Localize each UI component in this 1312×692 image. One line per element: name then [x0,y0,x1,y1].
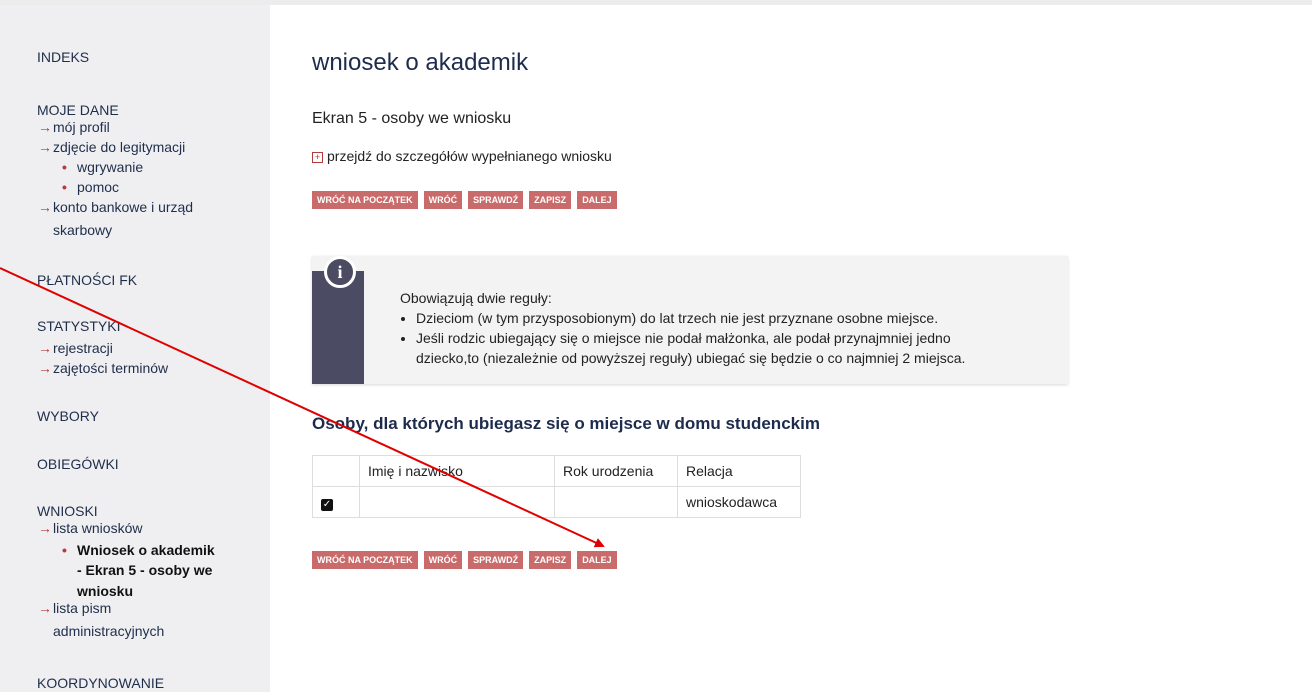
sidebar-item-wgrywanie[interactable]: • wgrywanie [62,157,143,177]
arrow-right-icon: → [38,199,52,215]
table-cell-year [554,486,678,518]
check-button[interactable]: SPRAWDŹ [468,191,524,209]
sidebar-item-label: pomoc [77,179,120,195]
next-button[interactable]: DALEJ [577,551,617,569]
sidebar-item-moj-profil[interactable]: →mój profil [38,117,110,137]
sidebar-item-active-cont2[interactable]: wniosku [77,583,133,599]
back-to-start-button[interactable]: WRÓĆ NA POCZĄTEK [312,551,418,569]
sidebar-item-lista-wnioskow[interactable]: →lista wniosków [38,518,142,538]
sidebar: INDEKS MOJE DANE →mój profil →zdjęcie do… [0,5,270,692]
sidebar-item-wnioski[interactable]: WNIOSKI [37,503,98,519]
sidebar-item-pomoc[interactable]: • pomoc [62,177,119,197]
table-header-row: Imię i nazwisko Rok urodzenia Relacja [312,455,801,487]
info-heading: Obowiązują dwie reguły: [400,290,552,306]
table-cell-name [359,486,555,518]
sidebar-item-koordynowanie[interactable]: KOORDYNOWANIE [37,675,164,691]
sidebar-item-label: konto bankowe i urząd [53,199,194,215]
sidebar-item-label: wgrywanie [77,159,144,175]
sidebar-item-active-cont[interactable]: - Ekran 5 - osoby we [77,562,212,578]
sidebar-item-lista-pism-cont[interactable]: administracyjnych [53,623,164,639]
arrow-right-icon: → [38,340,52,356]
sidebar-item-label: zdjęcie do legitymacji [53,139,186,155]
page-subtitle: Ekran 5 - osoby we wniosku [312,110,512,127]
button-row-top: WRÓĆ NA POCZĄTEK WRÓĆ SPRAWDŹ ZAPISZ DAL… [312,191,617,209]
back-button[interactable]: WRÓĆ [423,191,463,209]
sidebar-item-wybory[interactable]: WYBORY [37,408,99,424]
info-rule-2-line2: dziecko,to (niezależnie od powyższej reg… [416,350,966,366]
table-cell-select: ✓ [312,486,360,518]
sidebar-item-konto-cont[interactable]: skarbowy [53,222,112,238]
page-title: wniosek o akademik [312,49,529,76]
info-rule-1: Dzieciom (w tym przysposobionym) do lat … [416,308,965,328]
sidebar-item-rejestracji[interactable]: →rejestracji [38,338,113,358]
table-cell-relation: wnioskodawca [677,486,801,518]
sidebar-item-label: lista wniosków [53,520,143,536]
sidebar-item-moje-dane[interactable]: MOJE DANE [37,102,119,118]
table-header-name: Imię i nazwisko [359,455,555,487]
save-button[interactable]: ZAPISZ [529,191,572,209]
button-row-bottom: WRÓĆ NA POCZĄTEK WRÓĆ SPRAWDŹ ZAPISZ DAL… [312,551,617,569]
persons-table: Imię i nazwisko Rok urodzenia Relacja ✓ … [312,455,801,518]
sidebar-item-label: mój profil [53,119,110,135]
sidebar-item-statystyki[interactable]: STATYSTYKI [37,318,121,334]
table-row: ✓ wnioskodawca [312,486,801,518]
bullet-icon: • [62,179,67,195]
sidebar-item-platnosci[interactable]: PŁATNOŚCI FK [37,272,137,288]
table-header-relation: Relacja [677,455,801,487]
info-rule-2: Jeśli rodzic ubiegający się o miejsce ni… [416,328,965,368]
sidebar-item-indeks[interactable]: INDEKS [37,49,89,65]
main-content: wniosek o akademik Ekran 5 - osoby we wn… [270,5,1312,692]
sidebar-item-konto[interactable]: →konto bankowe i urząd [38,197,193,217]
checkbox-checked-icon[interactable]: ✓ [321,498,333,511]
back-button[interactable]: WRÓĆ [423,551,463,569]
section-title: Osoby, dla których ubiegasz się o miejsc… [312,414,820,433]
sidebar-item-label: Wniosek o akademik [77,542,215,558]
sidebar-item-obiegowki[interactable]: OBIEGÓWKI [37,456,119,472]
details-link-label: przejdź do szczegółów wypełnianego wnios… [327,148,612,164]
info-box: i Obowiązują dwie reguły: Dzieciom (w ty… [312,256,1068,384]
sidebar-item-label: rejestracji [53,340,113,356]
check-button[interactable]: SPRAWDŹ [468,551,524,569]
info-text: Obowiązują dwie reguły: Dzieciom (w tym … [400,288,965,368]
back-to-start-button[interactable]: WRÓĆ NA POCZĄTEK [312,191,418,209]
sidebar-item-lista-pism[interactable]: →lista pism [38,598,111,618]
save-button[interactable]: ZAPISZ [529,551,572,569]
info-icon: i [324,256,356,288]
next-button[interactable]: DALEJ [577,191,617,209]
sidebar-item-zajetosci[interactable]: →zajętości terminów [38,358,168,378]
table-header-select [312,455,360,487]
details-link[interactable]: + przejdź do szczegółów wypełnianego wnio… [312,148,612,164]
table-header-year: Rok urodzenia [554,455,678,487]
bullet-icon: • [62,542,67,558]
sidebar-item-label: zajętości terminów [53,360,169,376]
arrow-right-icon: → [38,600,52,616]
sidebar-item-zdjecie[interactable]: →zdjęcie do legitymacji [38,137,185,157]
sidebar-item-active-wniosek[interactable]: • Wniosek o akademik [62,540,215,560]
arrow-right-icon: → [38,139,52,155]
info-rule-2-line1: Jeśli rodzic ubiegający się o miejsce ni… [416,330,951,346]
sidebar-item-label: lista pism [53,600,112,616]
bullet-icon: • [62,159,67,175]
expand-plus-icon: + [312,152,323,163]
arrow-right-icon: → [38,520,52,536]
arrow-right-icon: → [38,119,52,135]
arrow-right-icon: → [38,360,52,376]
